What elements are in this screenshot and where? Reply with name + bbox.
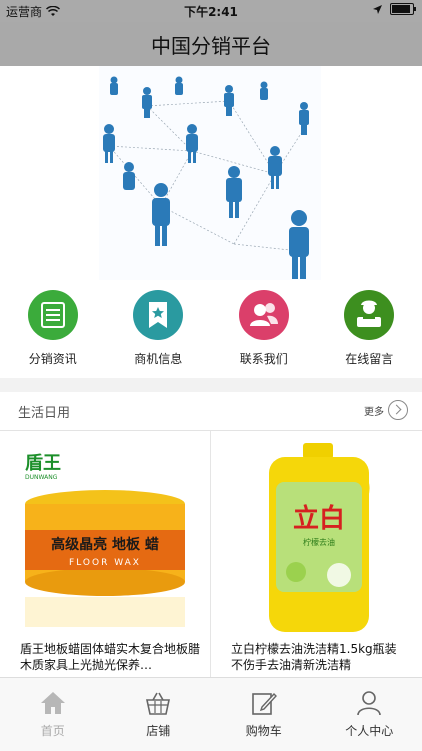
status-right (373, 3, 414, 15)
home-icon (39, 690, 67, 716)
tab-label: 购物车 (211, 722, 317, 739)
product-card[interactable]: 立白 柠檬去油 立白柠檬去油洗洁精1.5kg瓶装 不伤手去油清新洗洁精 (211, 431, 422, 677)
product-label-cn: 高级晶亮 地板 蜡 (51, 536, 159, 553)
quick-link-contact[interactable]: 联系我们 (211, 280, 317, 378)
message-icon (344, 290, 394, 340)
status-bar: 运营商 下午2:41 (0, 0, 422, 22)
quick-link-label: 分销资讯 (0, 350, 106, 367)
quick-link-message[interactable]: 在线留言 (317, 280, 422, 378)
tab-label: 店铺 (106, 722, 212, 739)
page-title: 中国分销平台 (151, 30, 271, 59)
status-time: 下午2:41 (0, 3, 422, 20)
banner-image (99, 66, 321, 280)
banner-carousel[interactable] (0, 66, 422, 280)
section-header: 生活日用 更多 (0, 392, 422, 431)
product-image: 立白 柠檬去油 (221, 437, 411, 637)
tab-store[interactable]: 店铺 (106, 678, 212, 751)
section-title: 生活日用 (18, 402, 70, 421)
product-grid: 盾王 DUNWANG 高级晶亮 地板 蜡 FLOOR WAX 盾王地板蜡固体蜡实… (0, 431, 422, 677)
nav-bar: 中国分销平台 (0, 22, 422, 66)
product-card[interactable]: 盾王 DUNWANG 高级晶亮 地板 蜡 FLOOR WAX 盾王地板蜡固体蜡实… (0, 431, 211, 677)
document-icon (28, 290, 78, 340)
product-name: 立白柠檬去油洗洁精1.5kg瓶装 不伤手去油清新洗洁精 (231, 641, 411, 673)
more-button[interactable]: 更多 (364, 400, 408, 420)
quick-link-business[interactable]: 商机信息 (106, 280, 212, 378)
product-label-en: FLOOR WAX (69, 558, 141, 568)
arrow-right-icon (388, 400, 408, 420)
product-image: 盾王 DUNWANG 高级晶亮 地板 蜡 FLOOR WAX (10, 437, 200, 637)
quick-link-news[interactable]: 分销资讯 (0, 280, 106, 378)
product-brand-en: DUNWANG (25, 474, 58, 481)
quick-link-label: 商机信息 (106, 350, 212, 367)
quick-links: 分销资讯 商机信息 联系我们 在线留言 (0, 280, 422, 378)
edit-icon (250, 690, 278, 716)
quick-link-label: 在线留言 (317, 350, 422, 367)
more-label: 更多 (364, 403, 384, 418)
contacts-icon (239, 290, 289, 340)
basket-icon (144, 690, 172, 716)
tab-profile[interactable]: 个人中心 (317, 678, 422, 751)
tab-cart[interactable]: 购物车 (211, 678, 317, 751)
quick-link-label: 联系我们 (211, 350, 317, 367)
product-brand: 盾王 (25, 453, 61, 474)
battery-icon (390, 3, 414, 15)
tab-home[interactable]: 首页 (0, 678, 106, 751)
product-brand: 立白 (293, 503, 345, 534)
tab-label: 个人中心 (317, 722, 422, 739)
tab-label: 首页 (0, 722, 106, 739)
product-name: 盾王地板蜡固体蜡实木复合地板腊木质家具上光抛光保养… (20, 641, 200, 673)
tab-bar: 首页 店铺 购物车 个人中心 (0, 677, 422, 751)
product-sub: 柠檬去油 (303, 537, 335, 547)
person-icon (355, 690, 383, 716)
location-icon (373, 5, 382, 14)
bookmark-star-icon (133, 290, 183, 340)
